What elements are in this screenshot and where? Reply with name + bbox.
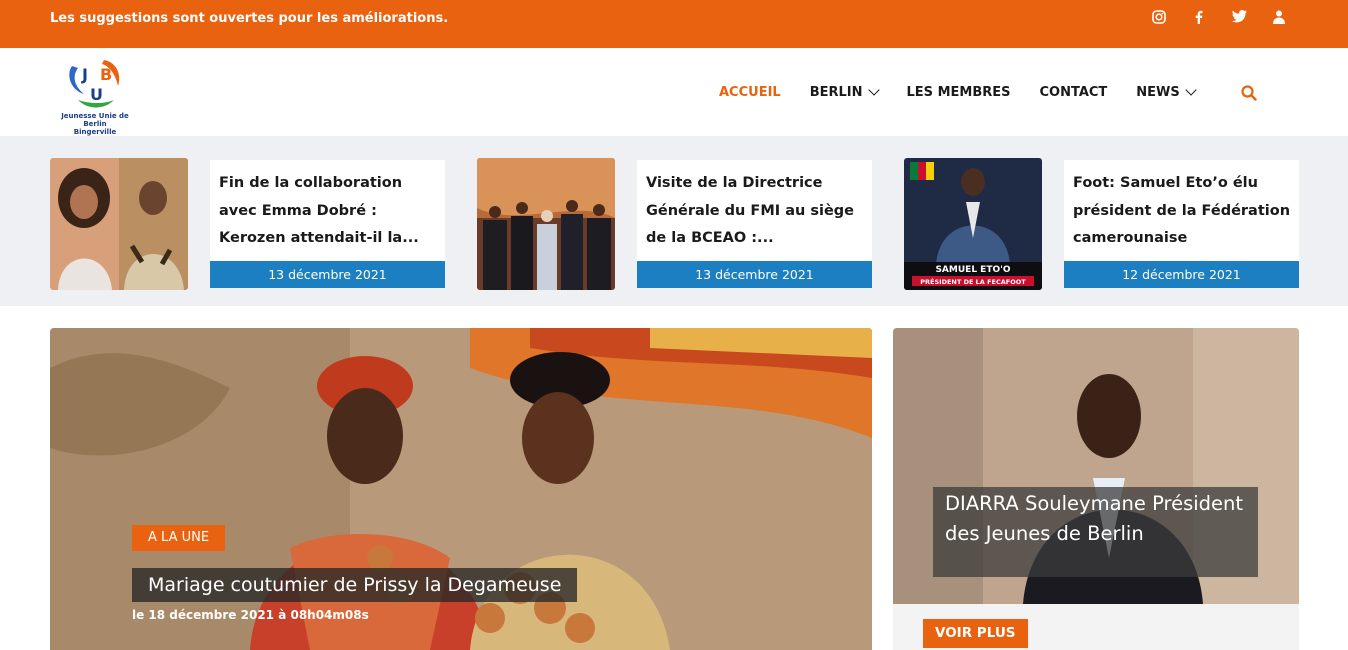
voir-plus-button[interactable]: VOIR PLUS <box>923 619 1028 648</box>
ticker-title[interactable]: Foot: Samuel Eto’o élu président de la F… <box>1073 170 1295 253</box>
ticker-date: 13 décembre 2021 <box>210 261 445 288</box>
svg-text:B: B <box>100 65 112 84</box>
nav-item-contact[interactable]: CONTACT <box>1039 85 1107 100</box>
ticker-thumbnail[interactable] <box>50 158 188 290</box>
search-icon[interactable] <box>1241 85 1257 101</box>
logo-caption: Jeunesse Unie de Berlin Bingerville <box>61 112 129 136</box>
featured-article-title[interactable]: Mariage coutumier de Prissy la Degameuse <box>132 568 578 602</box>
facebook-icon[interactable] <box>1190 10 1208 28</box>
ticker-thumbnail[interactable] <box>477 158 615 290</box>
chevron-down-icon <box>1185 84 1197 96</box>
site-header: J B U Jeunesse Unie de Berlin Bingervill… <box>0 48 1348 136</box>
category-badge[interactable]: A LA UNE <box>132 525 226 551</box>
site-logo[interactable]: J B U Jeunesse Unie de Berlin Bingervill… <box>52 56 138 136</box>
news-ticker: Fin de la collaboration avec Emma Dobré … <box>0 136 1348 306</box>
ticker-box: Visite de la Directrice Générale du FMI … <box>637 160 872 288</box>
svg-text:SAMUEL ETO'O: SAMUEL ETO'O <box>935 265 1010 275</box>
top-bar: Les suggestions sont ouvertes pour les a… <box>0 0 1348 48</box>
svg-text:J: J <box>81 65 88 84</box>
president-caption: DIARRA Souleymane Président des Jeunes d… <box>945 492 1244 545</box>
logo-mark: J B U <box>69 60 120 108</box>
announcement-text: Les suggestions sont ouvertes pour les a… <box>50 11 449 26</box>
nav-item-accueil[interactable]: ACCUEIL <box>719 85 781 100</box>
nav-item-berlin[interactable]: BERLIN <box>810 84 880 100</box>
social-icons <box>1150 10 1288 28</box>
president-caption-box: DIARRA Souleymane Président des Jeunes d… <box>933 487 1258 577</box>
ticker-date: 12 décembre 2021 <box>1064 261 1299 288</box>
featured-article-date: le 18 décembre 2021 à 08h04m08s <box>132 608 369 622</box>
svg-text:U: U <box>90 85 103 104</box>
ticker-box: Foot: Samuel Eto’o élu président de la F… <box>1064 160 1299 288</box>
ticker-date: 13 décembre 2021 <box>637 261 872 288</box>
ticker-thumbnail[interactable]: SAMUEL ETO'O PRÉSIDENT DE LA FECAFOOT <box>904 158 1042 290</box>
main-nav: ACCUEIL BERLIN LES MEMBRES CONTACT NEWS <box>719 84 1224 100</box>
svg-text:PRÉSIDENT DE LA FECAFOOT: PRÉSIDENT DE LA FECAFOOT <box>920 277 1026 286</box>
nav-item-les-membres[interactable]: LES MEMBRES <box>907 85 1011 100</box>
nav-item-news[interactable]: NEWS <box>1136 84 1197 100</box>
ticker-title[interactable]: Visite de la Directrice Générale du FMI … <box>646 170 868 253</box>
user-icon[interactable] <box>1270 10 1288 28</box>
twitter-icon[interactable] <box>1230 10 1248 28</box>
instagram-icon[interactable] <box>1150 10 1168 28</box>
ticker-box: Fin de la collaboration avec Emma Dobré … <box>210 160 445 288</box>
chevron-down-icon <box>867 84 880 96</box>
ticker-title[interactable]: Fin de la collaboration avec Emma Dobré … <box>219 170 441 253</box>
